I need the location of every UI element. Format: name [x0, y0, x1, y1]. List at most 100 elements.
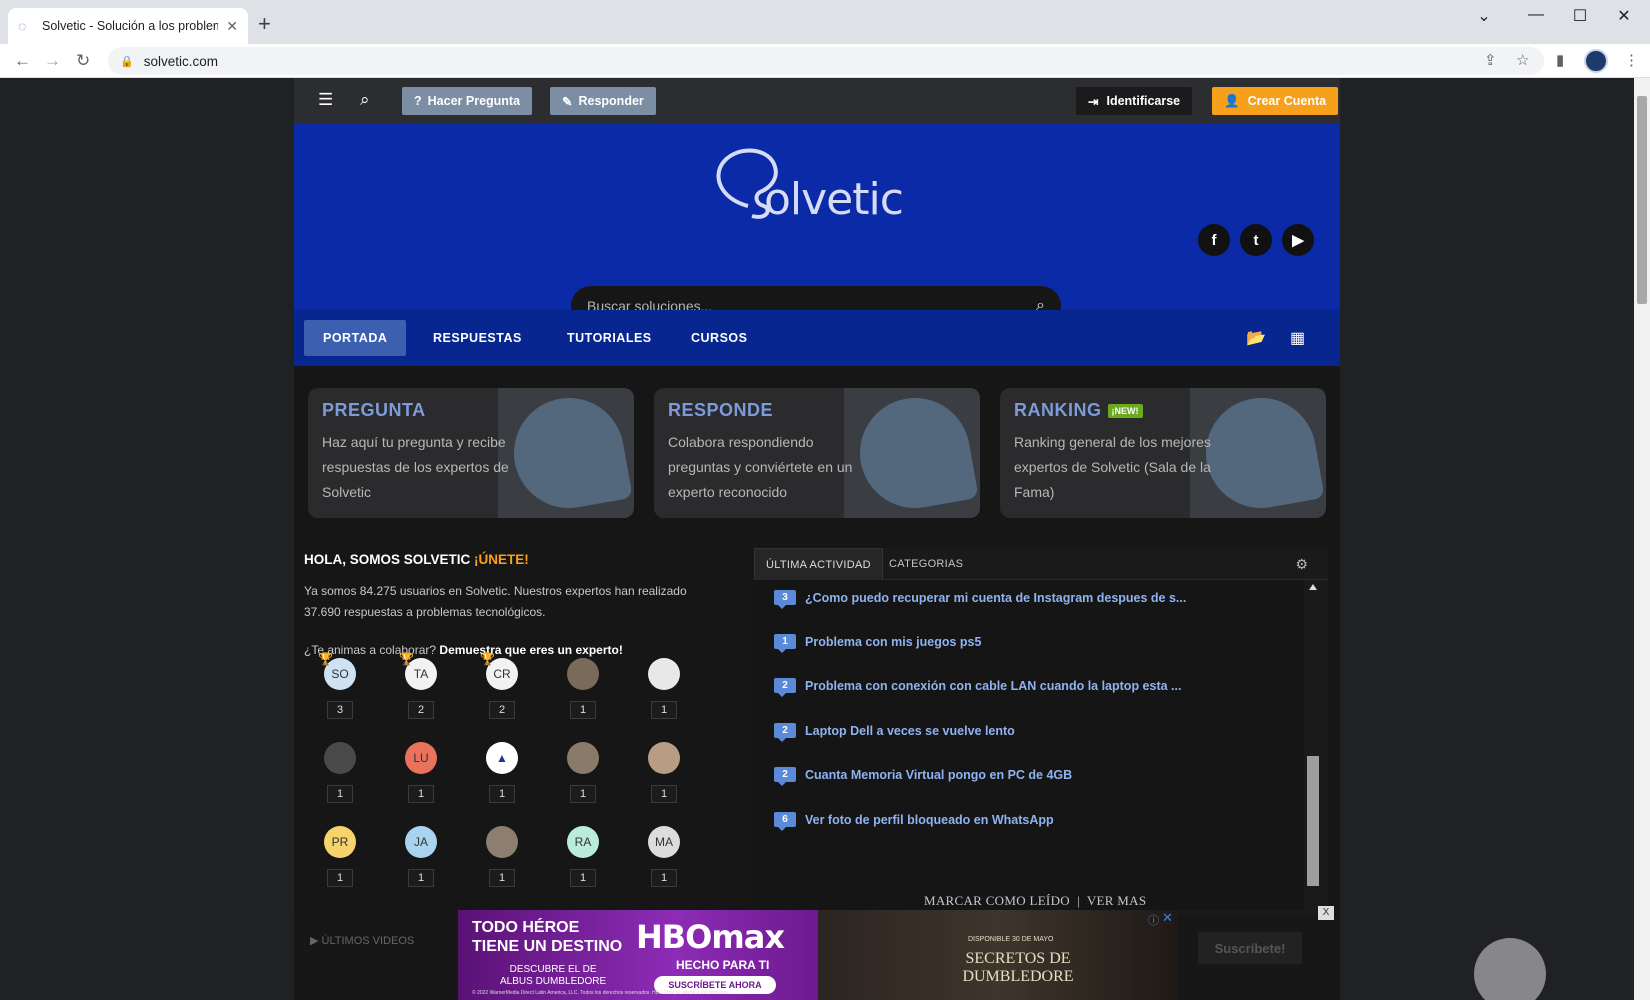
avatar[interactable]: RA — [567, 826, 599, 858]
user-item[interactable]: 1 — [634, 658, 694, 719]
card-title: RESPONDE — [668, 400, 774, 420]
list-item[interactable]: 3 ¿Como puedo recuperar mi cuenta de Ins… — [774, 590, 1186, 609]
ad-info-icon[interactable]: ⓘ — [1148, 912, 1159, 928]
side-panel-icon[interactable]: ▮ — [1556, 52, 1564, 70]
back-icon[interactable]: ← — [14, 52, 31, 70]
activity-link[interactable]: Cuanta Memoria Virtual pongo en PC de 4G… — [805, 768, 1072, 782]
browser-tab[interactable]: ◌ Solvetic - Solución a los problem ✕ — [8, 8, 248, 44]
nav-portada[interactable]: PORTADA — [304, 320, 407, 356]
profile-avatar[interactable] — [1584, 49, 1608, 73]
mark-read-link[interactable]: MARCAR COMO LEÍDO — [924, 893, 1070, 908]
tab-search-chevron-icon[interactable]: ⌄ — [1464, 6, 1504, 26]
card-pregunta[interactable]: PREGUNTA Haz aquí tu pregunta y recibe r… — [308, 388, 634, 518]
login-button[interactable]: ⇥ Identificarse — [1076, 87, 1193, 115]
user-item[interactable]: 1 — [310, 742, 370, 803]
menu-kebab-icon[interactable]: ⋮ — [1624, 52, 1639, 70]
activity-link[interactable]: Laptop Dell a veces se vuelve lento — [805, 724, 1015, 738]
avatar[interactable]: MA — [648, 826, 680, 858]
user-item[interactable]: RA 1 — [553, 826, 613, 887]
create-account-button[interactable]: 👤 Crear Cuenta — [1212, 87, 1339, 115]
user-item[interactable]: MA 1 — [634, 826, 694, 887]
card-ranking[interactable]: RANKING ¡NEW! Ranking general de los mejo… — [1000, 388, 1326, 518]
latest-videos-tab[interactable]: ▶ ÚLTIMOS VIDEOS — [310, 934, 414, 947]
reload-icon[interactable]: ↻ — [76, 52, 90, 70]
question-circle-icon: ? — [414, 94, 422, 108]
list-item[interactable]: 6 Ver foto de perfil bloqueado en WhatsA… — [774, 812, 1054, 831]
twitter-icon[interactable]: t — [1240, 224, 1272, 256]
user-item[interactable]: ▲ 1 — [472, 742, 532, 803]
close-window-icon[interactable]: ✕ — [1604, 6, 1644, 26]
advertisement-banner[interactable]: TODO HÉROE TIENE UN DESTINO DESCUBRE EL D… — [458, 910, 1178, 1000]
card-responde[interactable]: RESPONDE Colabora respondiendo preguntas… — [654, 388, 980, 518]
ask-question-button[interactable]: ? Hacer Pregunta — [402, 87, 533, 115]
user-item[interactable]: 🏆 SO 3 — [310, 652, 370, 719]
user-item[interactable]: 1 — [472, 826, 532, 887]
bookmark-star-icon[interactable]: ☆ — [1516, 52, 1529, 70]
hamburger-menu-icon[interactable]: ☰ — [318, 90, 333, 110]
scroll-up-icon[interactable] — [1309, 584, 1317, 590]
logo-text[interactable]: olvetic — [764, 174, 904, 225]
maximize-icon[interactable]: ☐ — [1560, 6, 1600, 26]
minimize-icon[interactable]: — — [1516, 6, 1556, 24]
avatar[interactable] — [486, 826, 518, 858]
activity-link[interactable]: Problema con mis juegos ps5 — [805, 635, 981, 649]
feed-scroll-thumb[interactable] — [1307, 756, 1319, 886]
intro-question-bold[interactable]: Demuestra que eres un experto! — [439, 643, 622, 657]
list-item[interactable]: 2 Laptop Dell a veces se vuelve lento — [774, 723, 1015, 742]
facebook-icon[interactable]: f — [1198, 224, 1230, 256]
lock-icon[interactable]: 🔒 — [120, 55, 134, 68]
avatar[interactable]: LU — [405, 742, 437, 774]
activity-link[interactable]: ¿Como puedo recuperar mi cuenta de Insta… — [805, 591, 1186, 605]
forward-icon[interactable]: → — [44, 52, 61, 70]
avatar[interactable] — [648, 658, 680, 690]
ad-close-icon[interactable]: ✕ — [1162, 910, 1173, 926]
latest-videos-label: ÚLTIMOS VIDEOS — [321, 935, 415, 947]
user-item[interactable]: 1 — [553, 742, 613, 803]
user-item[interactable]: PR 1 — [310, 826, 370, 887]
user-item[interactable]: 🏆 CR 2 — [472, 652, 532, 719]
card-title: PREGUNTA — [322, 400, 426, 420]
user-count: 1 — [570, 869, 596, 887]
user-item[interactable]: 🏆 TA 2 — [391, 652, 451, 719]
user-item[interactable]: 1 — [553, 658, 613, 719]
ad-line1: TODO HÉROE — [472, 919, 580, 936]
nav-cursos[interactable]: CURSOS — [672, 320, 766, 356]
youtube-icon[interactable]: ▶ — [1282, 224, 1314, 256]
join-link[interactable]: ¡ÚNETE! — [474, 552, 529, 567]
close-tab-icon[interactable]: ✕ — [226, 18, 238, 35]
avatar[interactable] — [567, 742, 599, 774]
avatar[interactable] — [567, 658, 599, 690]
list-item[interactable]: 2 Problema con conexión con cable LAN cu… — [774, 678, 1181, 697]
nav-respuestas[interactable]: RESPUESTAS — [414, 320, 541, 356]
ad-dismiss-button[interactable]: X — [1318, 906, 1334, 920]
avatar[interactable] — [648, 742, 680, 774]
calendar-icon[interactable]: ▦ — [1290, 328, 1305, 348]
new-tab-icon[interactable]: + — [258, 12, 271, 36]
list-item[interactable]: 2 Cuanta Memoria Virtual pongo en PC de … — [774, 767, 1072, 786]
user-item[interactable]: 1 — [634, 742, 694, 803]
gear-icon[interactable]: ⚙ — [1295, 556, 1308, 573]
feed-scrollbar[interactable] — [1304, 580, 1322, 890]
tab-ultima-actividad[interactable]: ÚLTIMA ACTIVIDAD — [754, 548, 883, 580]
activity-link[interactable]: Ver foto de perfil bloqueado en WhatsApp — [805, 813, 1054, 827]
avatar[interactable]: PR — [324, 826, 356, 858]
avatar[interactable]: JA — [405, 826, 437, 858]
activity-link[interactable]: Problema con conexión con cable LAN cuan… — [805, 679, 1181, 693]
search-icon[interactable]: ⌕ — [360, 90, 370, 110]
user-item[interactable]: JA 1 — [391, 826, 451, 887]
avatar[interactable] — [324, 742, 356, 774]
answer-button[interactable]: ✎ Responder — [550, 87, 656, 115]
url-bar[interactable]: 🔒 solvetic.com — [108, 47, 1544, 75]
silver-trophy-icon: 🏆 — [399, 652, 414, 666]
tab-categorias[interactable]: CATEGORIAS — [878, 548, 974, 580]
list-item[interactable]: 1 Problema con mis juegos ps5 — [774, 634, 981, 653]
avatar[interactable]: ▲ — [486, 742, 518, 774]
share-icon[interactable]: ⇪ — [1484, 52, 1497, 70]
subscribe-button[interactable]: Suscríbete! — [1198, 932, 1302, 964]
folder-open-icon[interactable]: 📂 — [1246, 328, 1266, 348]
nav-tutoriales[interactable]: TUTORIALES — [548, 320, 671, 356]
page-scroll-thumb[interactable] — [1637, 96, 1647, 304]
user-item[interactable]: LU 1 — [391, 742, 451, 803]
page-scrollbar[interactable] — [1634, 78, 1650, 1000]
see-more-link[interactable]: VER MAS — [1087, 893, 1147, 908]
